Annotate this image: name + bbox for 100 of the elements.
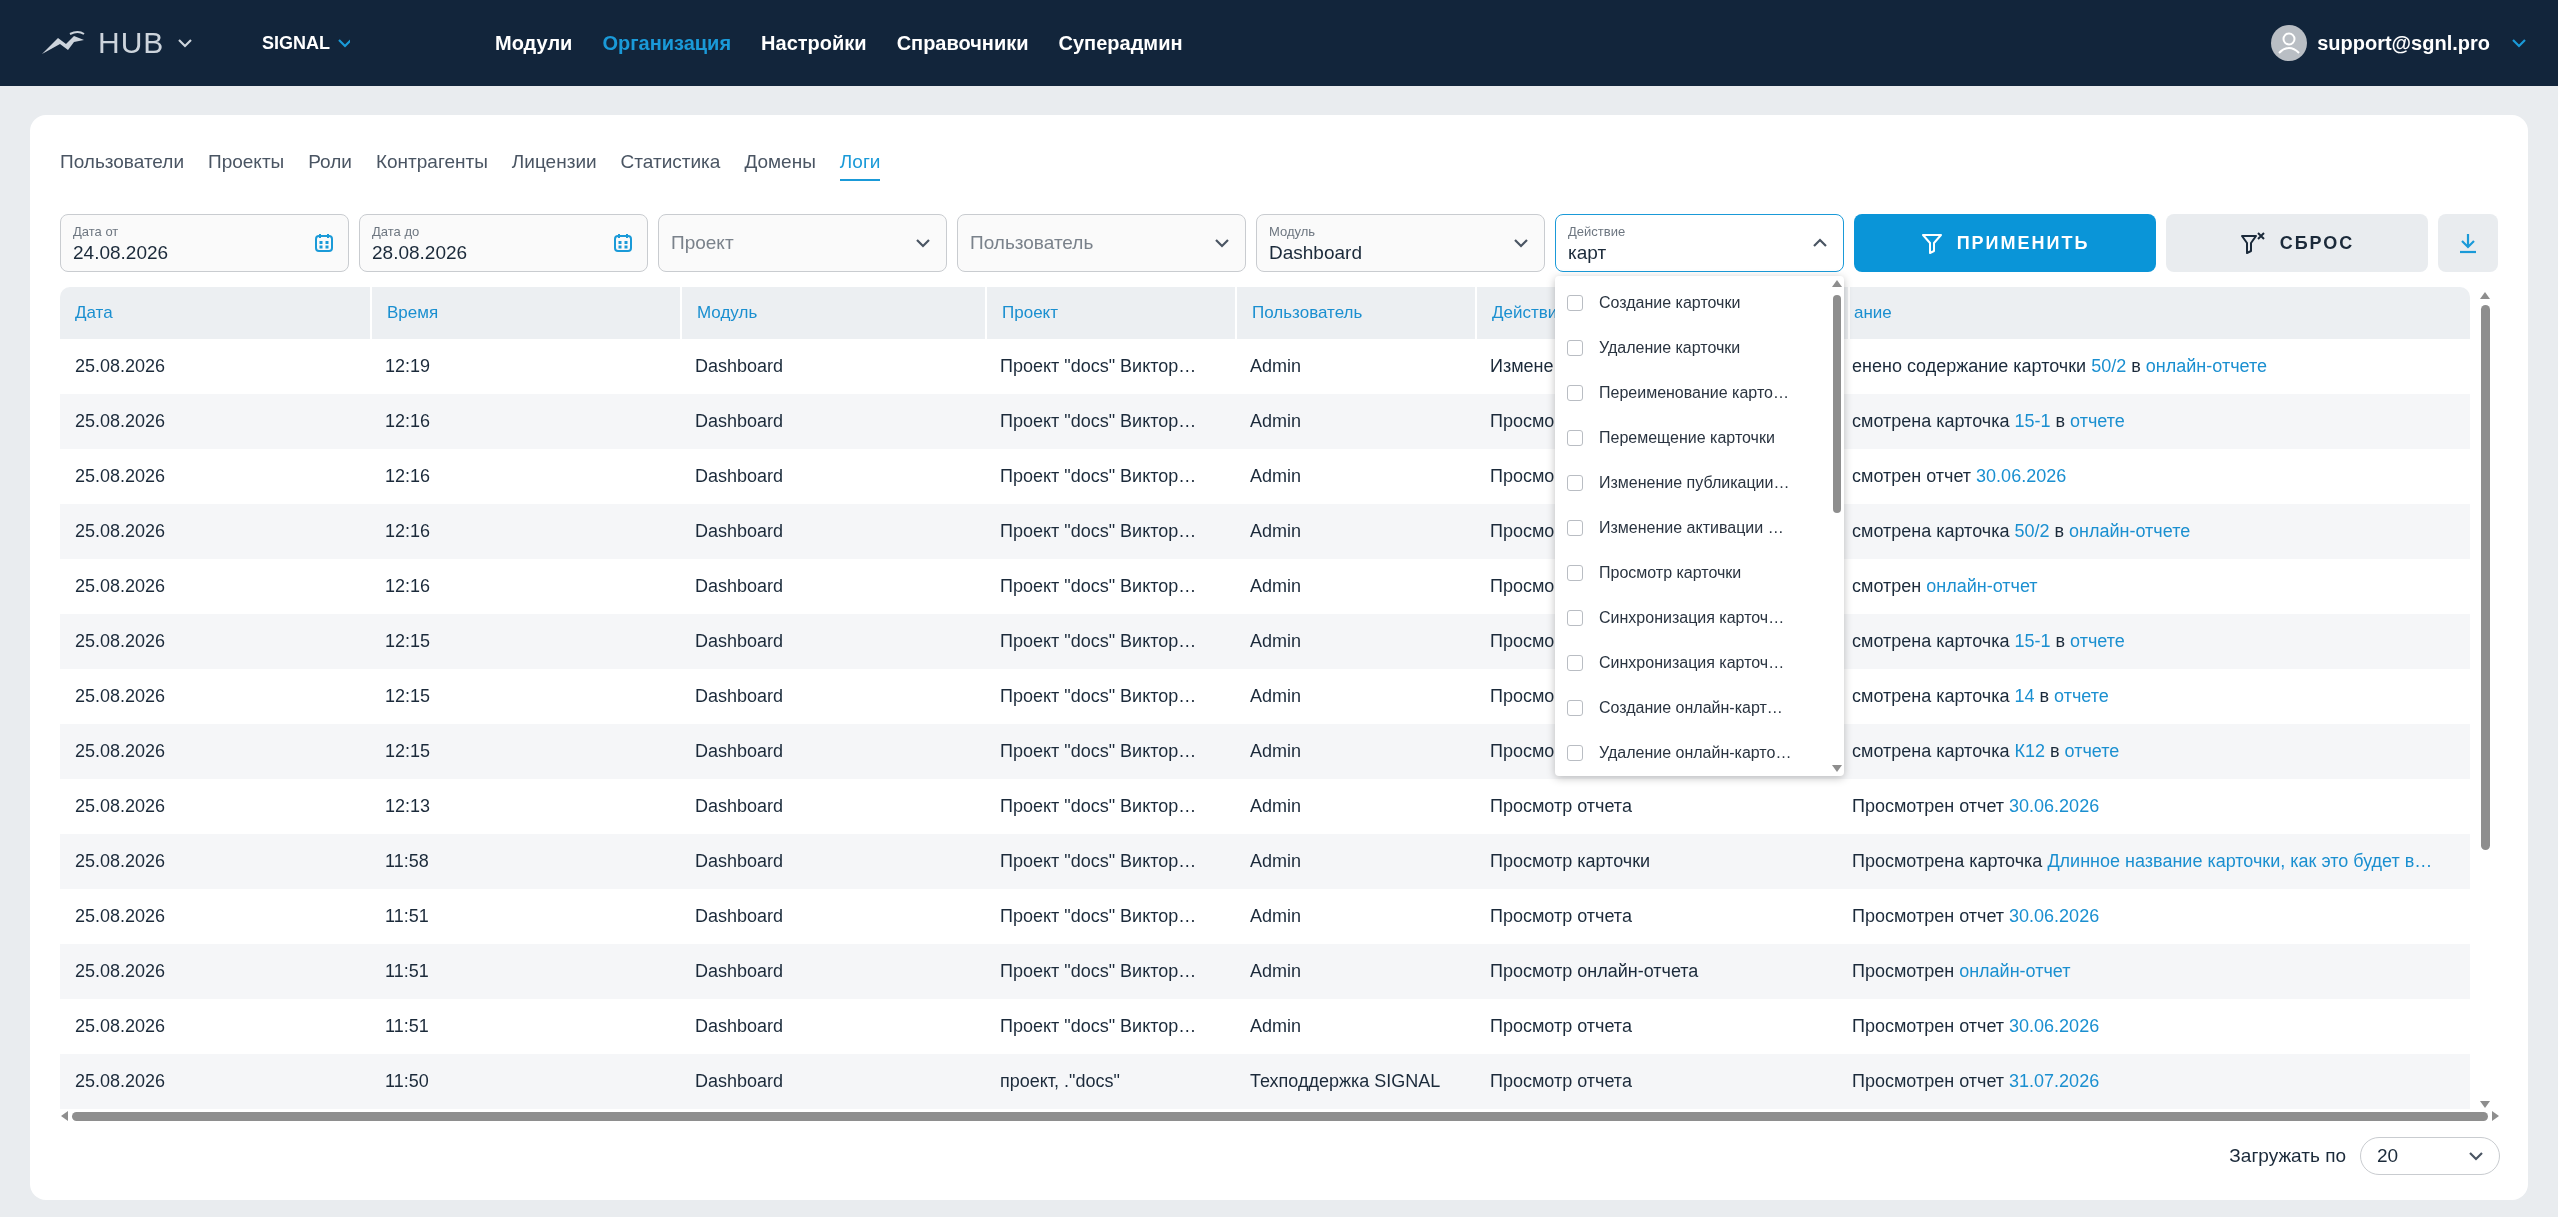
tab[interactable]: Пользователи (60, 151, 184, 181)
link[interactable]: 30.06.2026 (2009, 1016, 2100, 1036)
column-header[interactable]: ание (1854, 303, 1892, 323)
table-cell: Просмотр отчета (1490, 796, 1632, 816)
link[interactable]: 30.06.2026 (1976, 466, 2067, 486)
scroll-right-icon[interactable] (2492, 1110, 2500, 1122)
link[interactable]: 15-1 (2014, 411, 2051, 431)
table-cell: Проект "docs" Виктор… (1000, 411, 1197, 431)
tab[interactable]: Домены (744, 151, 816, 181)
link[interactable]: отчете (2070, 411, 2125, 431)
option-label[interactable]: Изменение активации … (1599, 518, 1784, 537)
tab[interactable]: Статистика (620, 151, 721, 181)
link[interactable]: отчете (2070, 631, 2125, 651)
option-label[interactable]: Синхронизация карточ… (1599, 608, 1785, 627)
chevron-down-icon[interactable] (176, 36, 195, 50)
tab[interactable]: Лицензии (511, 151, 597, 181)
reset-button[interactable]: СБРОС (2166, 214, 2428, 272)
link[interactable]: онлайн-отчет (1959, 961, 2071, 981)
scroll-down-icon[interactable] (1831, 765, 1843, 773)
apply-button[interactable]: ПРИМЕНИТЬ (1854, 214, 2156, 272)
column-header[interactable]: Действи (1492, 303, 1558, 323)
select-field[interactable]: Проект (658, 214, 947, 272)
chevron-down-icon[interactable] (336, 36, 350, 50)
link[interactable]: К12 (2014, 741, 2045, 761)
calendar-icon[interactable] (613, 233, 633, 253)
table-cell: Admin (1250, 1016, 1302, 1036)
link[interactable]: 31.07.2026 (2009, 1071, 2100, 1091)
chevron-down-icon[interactable] (1512, 236, 1530, 250)
nav-link[interactable]: Модули (495, 31, 573, 55)
table-cell: Просмо (1490, 741, 1555, 761)
select-field[interactable]: Пользователь (957, 214, 1246, 272)
chevron-down-icon[interactable] (1213, 236, 1231, 250)
nav-link[interactable]: Суперадмин (1058, 31, 1183, 55)
select-field[interactable]: Модуль Dashboard (1256, 214, 1545, 272)
checkbox[interactable] (1567, 654, 1583, 671)
link[interactable]: онлайн-отчете (2145, 356, 2267, 376)
tab[interactable]: Логи (839, 151, 881, 181)
scroll-down-icon[interactable] (2479, 1101, 2491, 1109)
table-cell: 11:51 (385, 906, 429, 926)
link[interactable]: 30.06.2026 (2009, 796, 2100, 816)
column-header[interactable]: Модуль (697, 303, 758, 323)
nav-link[interactable]: Организация (602, 31, 732, 55)
checkbox[interactable] (1567, 294, 1583, 311)
table-cell: смотрена карточка 15-1 в отчете (1852, 631, 2125, 651)
table-cell: Техподдержка SIGNAL (1250, 1071, 1441, 1091)
option-label[interactable]: Перемещение карточки (1599, 428, 1775, 447)
scrollbar-thumb[interactable] (72, 1111, 2488, 1121)
tab[interactable]: Проекты (208, 151, 285, 181)
link[interactable]: 50/2 (2014, 521, 2050, 541)
link[interactable]: Длинное название карточки, как это будет в… (2047, 851, 2433, 871)
checkbox[interactable] (1567, 339, 1583, 356)
tab[interactable]: Контрагенты (375, 151, 488, 181)
scroll-left-icon[interactable] (60, 1110, 68, 1122)
date-field[interactable]: Дата до 28.08.2026 (359, 214, 648, 272)
table-cell: 12:16 (385, 576, 431, 596)
scrollbar-thumb[interactable] (1833, 295, 1841, 513)
checkbox[interactable] (1567, 564, 1583, 581)
link[interactable]: 14 (2014, 686, 2035, 706)
calendar-icon[interactable] (314, 233, 334, 253)
checkbox[interactable] (1567, 474, 1583, 491)
option-label[interactable]: Удаление онлайн-карто… (1599, 743, 1792, 762)
table-cell: Проект "docs" Виктор… (1000, 686, 1197, 706)
column-header[interactable]: Проект (1002, 303, 1058, 323)
link[interactable]: онлайн-отчете (2069, 521, 2191, 541)
option-label[interactable]: Просмотр карточки (1599, 563, 1742, 582)
chevron-down-icon[interactable] (914, 236, 932, 250)
checkbox[interactable] (1567, 609, 1583, 626)
workspace-switcher[interactable]: SIGNAL (262, 32, 330, 54)
column-header[interactable]: Дата (75, 303, 113, 323)
nav-link[interactable]: Справочники (896, 31, 1029, 55)
link[interactable]: отчете (2064, 741, 2120, 761)
nav-link[interactable]: Настройки (761, 31, 867, 55)
avatar-icon[interactable] (2271, 25, 2308, 61)
chevron-down-icon[interactable] (2510, 36, 2528, 50)
option-label[interactable]: Изменение публикации… (1599, 473, 1790, 492)
option-label[interactable]: Синхронизация карточ… (1599, 653, 1785, 672)
option-label[interactable]: Переименование карто… (1599, 383, 1789, 402)
link[interactable]: 30.06.2026 (2009, 906, 2100, 926)
checkbox[interactable] (1567, 699, 1583, 716)
table-cell: 12:16 (385, 466, 431, 486)
link[interactable]: 50/2 (2091, 356, 2127, 376)
link[interactable]: 15-1 (2014, 631, 2051, 651)
tab[interactable]: Роли (308, 151, 352, 181)
date-field[interactable]: Дата от 24.08.2026 (60, 214, 349, 272)
link[interactable]: отчете (2054, 686, 2109, 706)
option-label[interactable]: Создание карточки (1599, 293, 1741, 312)
column-header[interactable]: Время (387, 303, 439, 323)
column-header[interactable]: Пользователь (1252, 303, 1363, 323)
checkbox[interactable] (1567, 519, 1583, 536)
scrollbar-thumb[interactable] (2480, 305, 2490, 850)
option-label[interactable]: Создание онлайн-карт… (1599, 698, 1783, 717)
link[interactable]: онлайн-отчет (1926, 576, 2038, 596)
download-button[interactable] (2438, 214, 2498, 272)
option-label[interactable]: Удаление карточки (1599, 338, 1741, 357)
checkbox[interactable] (1567, 384, 1583, 401)
checkbox[interactable] (1567, 429, 1583, 446)
checkbox[interactable] (1567, 744, 1583, 761)
table-cell: 12:16 (385, 411, 431, 431)
user-email[interactable]: support@sgnl.pro (2317, 31, 2490, 55)
scroll-up-icon[interactable] (2479, 291, 2491, 299)
